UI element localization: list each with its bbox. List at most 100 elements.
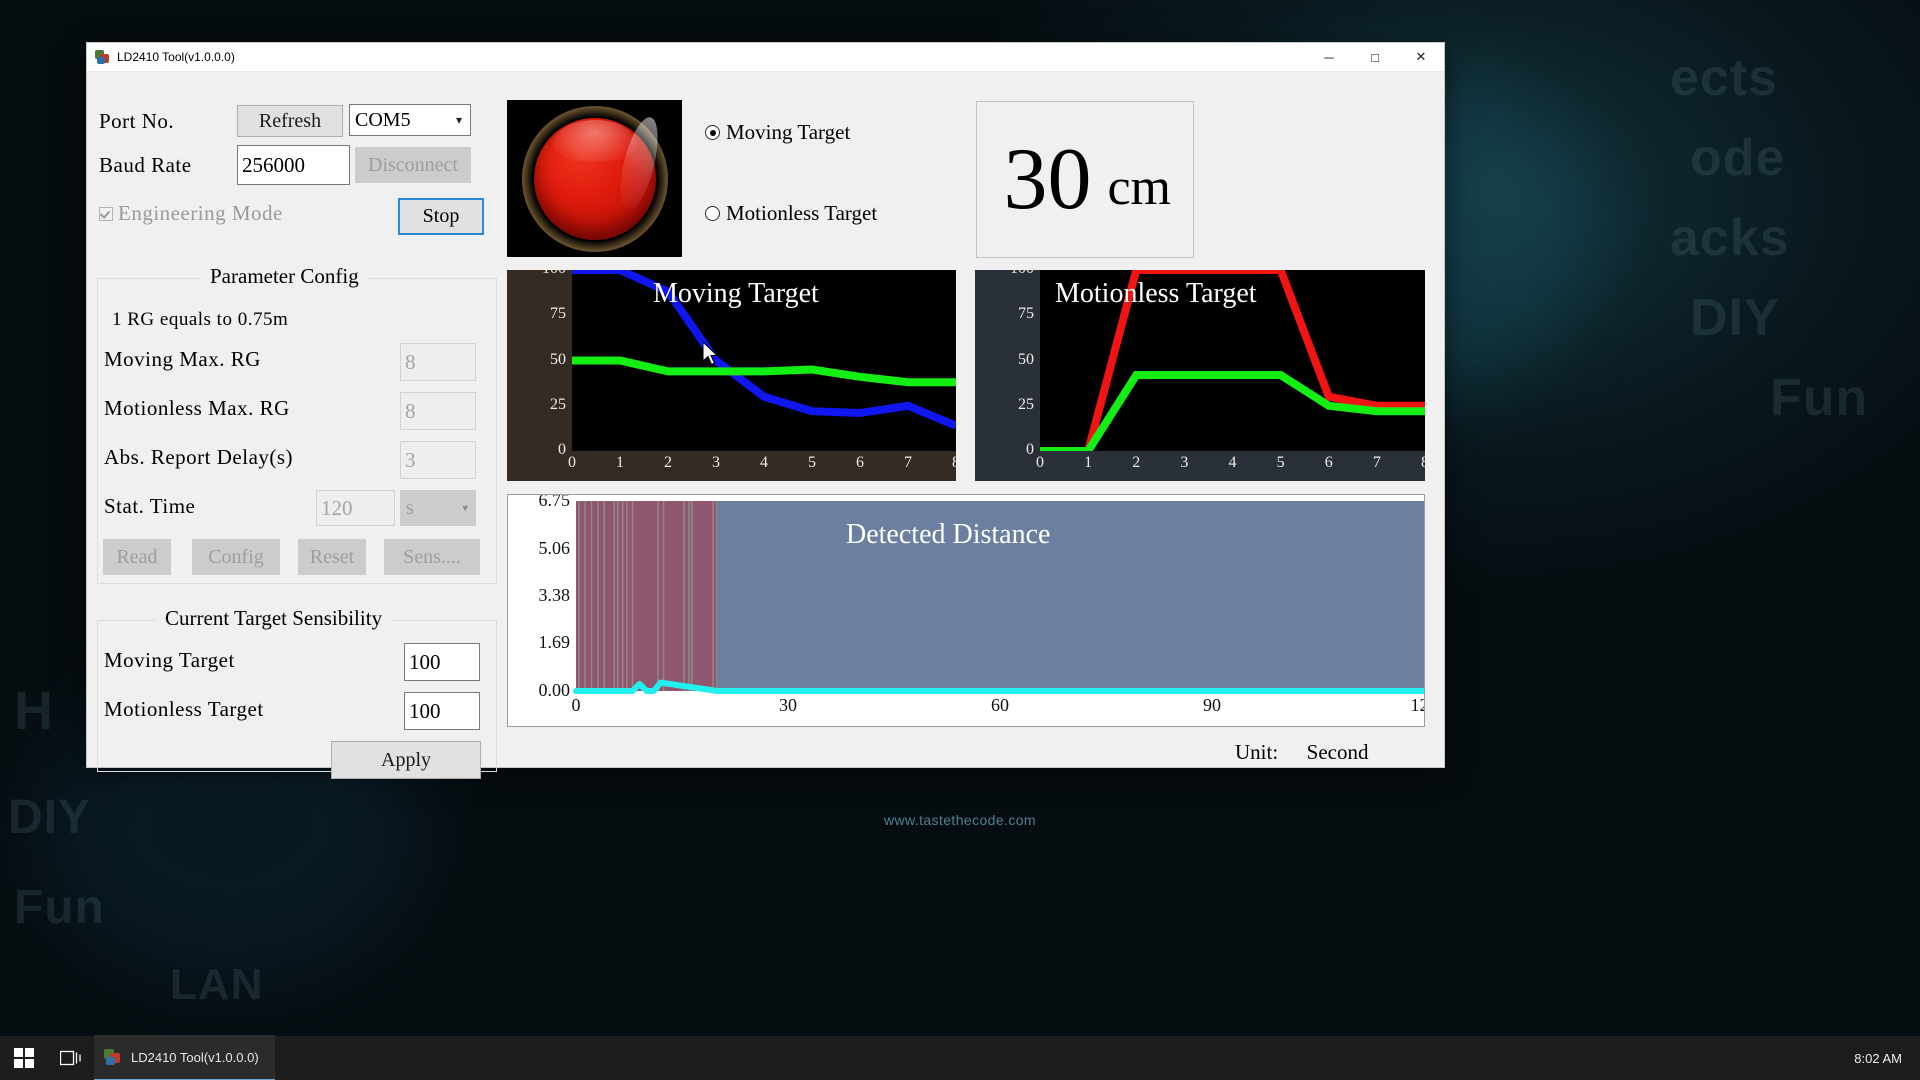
x-tick-label: 0 xyxy=(568,454,576,471)
y-tick-label: 75 xyxy=(1018,305,1034,323)
rg-note: 1 RG equals to 0.75m xyxy=(112,309,289,330)
task-view-icon xyxy=(60,1050,81,1066)
port-select-wrapper[interactable]: COM5 ▾ xyxy=(349,104,471,136)
application-window: LD2410 Tool(v1.0.0.0) ─ □ ✕ Port No. Ref… xyxy=(86,42,1445,779)
unit-footer: Unit: Second xyxy=(1235,740,1369,765)
baud-rate-input[interactable] xyxy=(237,145,350,185)
motionless-target-sens-input[interactable] xyxy=(404,692,480,730)
bg-word-4: Fun xyxy=(1770,369,1869,427)
motionless-target-sens-label: Motionless Target xyxy=(104,697,264,721)
close-button[interactable]: ✕ xyxy=(1398,43,1444,71)
abs-report-delay-label: Abs. Report Delay(s) xyxy=(104,445,294,469)
x-tick-label: 4 xyxy=(760,454,768,471)
baud-rate-label: Baud Rate xyxy=(99,153,192,177)
site-watermark: www.tastethecode.com xyxy=(884,812,1036,828)
x-tick-label: 5 xyxy=(1276,454,1285,471)
y-tick-label: 5.06 xyxy=(538,537,571,558)
taskbar-item-ld2410[interactable]: LD2410 Tool(v1.0.0.0) xyxy=(94,1035,275,1080)
bg-word-7: Fun xyxy=(14,881,105,934)
apply-button[interactable]: Apply xyxy=(331,741,481,779)
chart-moving-target: Moving Target 0 25 50 75 100 0 1 2 3 4 5 6 7 8 xyxy=(507,270,956,481)
sens-button[interactable]: Sens.... xyxy=(384,539,480,575)
x-tick-label: 8 xyxy=(952,454,956,471)
motionless-max-rg-input[interactable] xyxy=(400,392,476,430)
left-config-panel: Port No. Refresh COM5 ▾ Baud Rate Discon… xyxy=(87,72,507,779)
x-tick-label: 5 xyxy=(808,454,816,471)
taskbar-clock: 8:02 AM xyxy=(1854,1050,1902,1066)
y-tick-label: 1.69 xyxy=(538,632,571,653)
disconnect-button[interactable]: Disconnect xyxy=(355,147,471,183)
radio-motionless-target[interactable]: Motionless Target xyxy=(705,201,877,226)
moving-max-rg-input[interactable] xyxy=(400,343,476,381)
engineering-mode-label: Engineering Mode xyxy=(118,201,283,225)
radio-dot-icon xyxy=(705,125,720,140)
unit-value: Second xyxy=(1306,740,1369,764)
y-tick-label: 25 xyxy=(550,395,566,413)
engineering-mode-checkbox[interactable]: Engineering Mode xyxy=(99,201,283,226)
current-target-sensibility-group: Current Target Sensibility Moving Target… xyxy=(97,606,497,779)
parameter-config-title: Parameter Config xyxy=(200,264,369,289)
y-tick-label: 50 xyxy=(550,350,566,368)
taskbar: LD2410 Tool(v1.0.0.0) 8:02 AM xyxy=(0,1035,1920,1080)
motionless-max-rg-label: Motionless Max. RG xyxy=(104,396,290,420)
bg-word-0: ects xyxy=(1670,49,1779,107)
minimize-button[interactable]: ─ xyxy=(1306,43,1352,71)
x-tick-label: 7 xyxy=(1372,454,1381,471)
x-tick-label: 7 xyxy=(904,454,912,471)
maximize-button[interactable]: □ xyxy=(1352,43,1398,71)
moving-target-sens-label: Moving Target xyxy=(104,648,235,672)
start-button[interactable] xyxy=(0,1036,48,1080)
y-tick-label: 3.38 xyxy=(538,584,571,605)
y-tick-label: 75 xyxy=(550,305,566,323)
port-select[interactable]: COM5 xyxy=(349,104,471,136)
stat-time-unit-wrapper[interactable]: s ▾ xyxy=(400,490,476,526)
bg-word-1: ode xyxy=(1690,129,1786,187)
x-tick-label: 2 xyxy=(1132,454,1141,471)
bg-word-2: acks xyxy=(1670,209,1790,267)
right-display-area: Moving Target Motionless Target 30 cm Mo xyxy=(507,72,1444,767)
x-tick-label: 2 xyxy=(664,454,672,471)
window-title: LD2410 Tool(v1.0.0.0) xyxy=(117,50,235,64)
stat-time-label: Stat. Time xyxy=(104,494,196,518)
x-tick-label: 6 xyxy=(856,454,864,471)
chart-moving-title: Moving Target xyxy=(653,278,819,309)
taskbar-item-label: LD2410 Tool(v1.0.0.0) xyxy=(131,1049,259,1065)
sensibility-title: Current Target Sensibility xyxy=(155,606,393,631)
x-tick-label: 90 xyxy=(1203,695,1221,715)
moving-target-sens-input[interactable] xyxy=(404,643,480,681)
chart-detected-distance-title: Detected Distance xyxy=(846,519,1051,550)
title-bar[interactable]: LD2410 Tool(v1.0.0.0) ─ □ ✕ xyxy=(87,43,1444,72)
x-tick-label: 1 xyxy=(1084,454,1093,471)
bg-word-3: DIY xyxy=(1690,289,1780,347)
read-button[interactable]: Read xyxy=(103,539,171,575)
radio-motionless-target-label: Motionless Target xyxy=(726,201,878,225)
chart-motionless-target: Motionless Target 0 25 50 75 100 0 1 2 3 4 5 6 7 8 xyxy=(975,270,1425,481)
distance-unit: cm xyxy=(1107,159,1171,216)
y-tick-label: 100 xyxy=(507,270,566,278)
desktop-background: ects ode acks DIY Fun H DIY Fun LAN LD24… xyxy=(0,0,1920,1080)
task-view-button[interactable] xyxy=(48,1036,94,1080)
stat-time-input[interactable] xyxy=(316,490,395,526)
y-tick-label: 100 xyxy=(975,270,1034,278)
checkbox-icon xyxy=(99,206,113,221)
y-tick-label: 25 xyxy=(1018,395,1034,413)
stop-button[interactable]: Stop xyxy=(398,198,484,235)
reset-button[interactable]: Reset xyxy=(298,539,366,575)
x-tick-label: 0 xyxy=(1036,454,1044,471)
y-tick-label: 50 xyxy=(1018,350,1034,368)
chevron-down-icon: ▾ xyxy=(462,502,468,515)
y-tick-label: 0 xyxy=(1026,441,1034,458)
unit-label: Unit: xyxy=(1235,740,1279,764)
window-body: Port No. Refresh COM5 ▾ Baud Rate Discon… xyxy=(87,72,1444,779)
chart-detected-distance: Detected Distance 0.00 1.69 3.38 5.06 6.75 0… xyxy=(507,494,1425,727)
x-tick-label: 1 xyxy=(616,454,624,471)
x-tick-label: 120 xyxy=(1410,695,1425,715)
radio-moving-target[interactable]: Moving Target xyxy=(705,120,850,145)
bg-word-5: H xyxy=(14,681,54,741)
moving-max-rg-label: Moving Max. RG xyxy=(104,347,261,371)
x-tick-label: 3 xyxy=(1180,454,1189,471)
config-button[interactable]: Config xyxy=(192,539,280,575)
refresh-button[interactable]: Refresh xyxy=(237,105,343,137)
red-led-indicator xyxy=(507,100,682,257)
abs-report-delay-input[interactable] xyxy=(400,441,476,479)
